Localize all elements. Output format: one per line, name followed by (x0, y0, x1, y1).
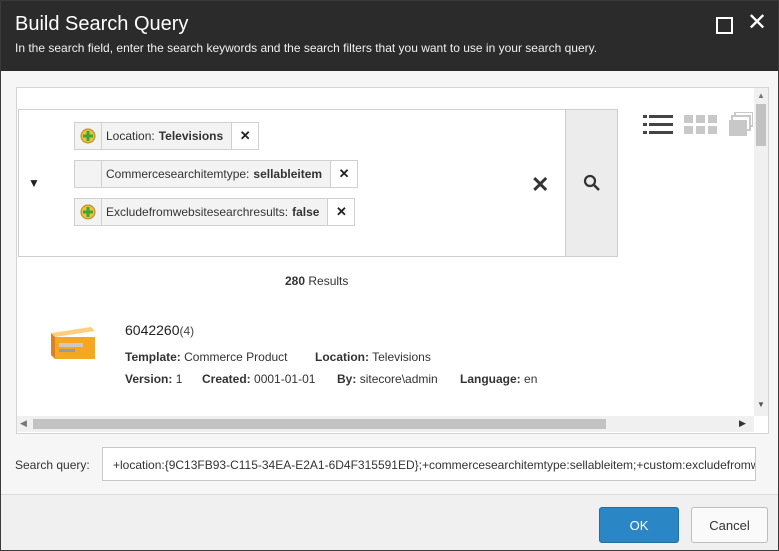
horizontal-scrollbar[interactable]: ◀ ▶ (17, 416, 754, 432)
product-icon (51, 327, 95, 359)
version-label: Version: (125, 372, 173, 386)
build-search-query-dialog: Build Search Query In the search field, … (0, 0, 779, 551)
created-value: 0001-01-01 (254, 372, 316, 386)
filter-label: Excludefromwebsitesearchresults: (106, 205, 289, 219)
template-label: Template: (125, 350, 181, 364)
horizontal-scroll-thumb[interactable] (33, 419, 606, 429)
ok-button[interactable]: OK (599, 507, 679, 543)
version-value: 1 (175, 372, 183, 386)
results-count-number: 280 (285, 274, 306, 288)
dialog-title: Build Search Query (15, 13, 189, 35)
cancel-button[interactable]: Cancel (691, 507, 768, 543)
dialog-footer: OK Cancel (1, 494, 778, 550)
item-version-count: (4) (179, 324, 195, 338)
item-language: Language: en (460, 372, 537, 386)
green-plus-icon (75, 123, 102, 149)
item-version: Version: 1 (125, 372, 182, 386)
by-value: sitecore\admin (359, 372, 438, 386)
by-label: By: (337, 372, 357, 386)
green-plus-icon (75, 199, 102, 225)
filter-label: Location: (106, 129, 155, 143)
item-template: Template: Commerce Product (125, 350, 288, 364)
language-value: en (524, 372, 538, 386)
dialog-subtitle: In the search field, enter the search ke… (15, 41, 598, 55)
remove-filter-icon[interactable]: ✕ (327, 199, 355, 225)
template-value: Commerce Product (184, 350, 288, 364)
created-label: Created: (202, 372, 251, 386)
results-count-label: Results (308, 274, 349, 288)
language-label: Language: (460, 372, 521, 386)
blank-filter-icon (75, 161, 102, 187)
item-created: Created: 0001-01-01 (202, 372, 315, 386)
location-label: Location: (315, 350, 369, 364)
title-bar: Build Search Query In the search field, … (1, 1, 778, 71)
filter-label: Commercesearchitemtype: (106, 167, 250, 181)
search-filter-box[interactable]: ▼ Location: Televisions ✕ Commercesearch… (18, 109, 567, 257)
item-title[interactable]: 6042260(4) (125, 322, 194, 338)
item-by: By: sitecore\admin (337, 372, 438, 386)
filter-tag-location: Location: Televisions ✕ (74, 122, 260, 150)
search-query-label: Search query: (15, 458, 90, 472)
tile-view-icon[interactable] (729, 112, 753, 136)
scroll-down-icon[interactable]: ▼ (757, 400, 765, 409)
filter-dropdown-icon[interactable]: ▼ (28, 176, 40, 190)
vertical-scrollbar[interactable]: ▲ ▼ (754, 88, 768, 416)
maximize-icon[interactable] (714, 15, 734, 35)
item-name[interactable]: 6042260 (125, 322, 180, 338)
clear-filters-icon[interactable]: ✕ (531, 172, 549, 198)
filter-value: Televisions (158, 129, 224, 143)
search-button[interactable] (565, 109, 618, 257)
location-value: Televisions (372, 350, 431, 364)
vertical-scroll-thumb[interactable] (756, 104, 766, 146)
list-view-icon[interactable] (643, 114, 673, 136)
grid-view-icon[interactable] (684, 115, 717, 135)
scroll-right-icon[interactable]: ▶ (739, 418, 746, 429)
close-icon[interactable]: ✕ (747, 11, 769, 35)
remove-filter-icon[interactable]: ✕ (231, 123, 259, 149)
filter-value: false (292, 205, 320, 219)
scroll-up-icon[interactable]: ▲ (757, 91, 765, 100)
filter-tag-commercesearchitemtype: Commercesearchitemtype: sellableitem ✕ (74, 160, 359, 188)
filter-value: sellableitem (253, 167, 323, 181)
remove-filter-icon[interactable]: ✕ (330, 161, 358, 187)
results-count: 280 Results (285, 274, 348, 288)
item-location: Location: Televisions (315, 350, 431, 364)
filter-tag-excludefromwebsitesearchresults: Excludefromwebsitesearchresults: false ✕ (74, 198, 356, 226)
scroll-left-icon[interactable]: ◀ (20, 418, 27, 429)
search-icon (583, 174, 600, 191)
search-query-field[interactable]: +location:{9C13FB93-C115-34EA-E2A1-6D4F3… (102, 447, 756, 481)
search-results-panel: ▼ Location: Televisions ✕ Commercesearch… (16, 87, 769, 434)
